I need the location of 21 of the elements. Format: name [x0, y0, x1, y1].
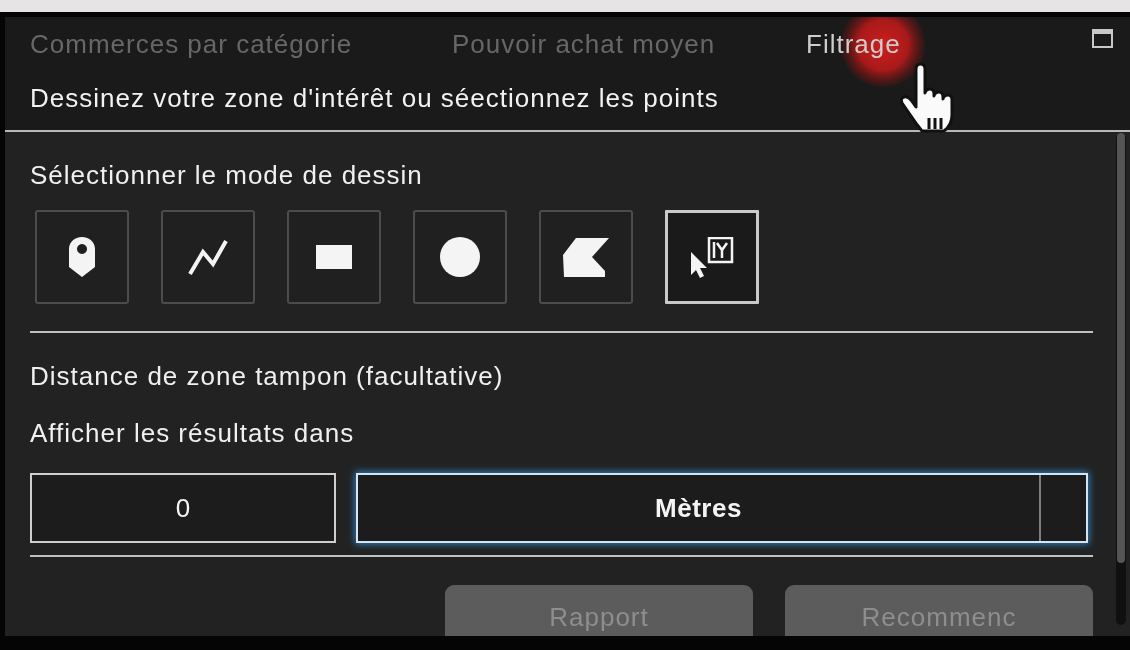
polyline-icon — [187, 238, 229, 276]
draw-mode-button[interactable] — [413, 210, 507, 304]
section-label: Sélectionner le mode de dessin — [30, 161, 424, 189]
draw-mode-button[interactable] — [287, 210, 381, 304]
scrollbar-thumb[interactable] — [1117, 133, 1125, 563]
section-label: Distance de zone tampon (facultative) — [30, 362, 505, 390]
draw-mode-button[interactable] — [35, 210, 129, 304]
distance-field[interactable]: 0 — [30, 473, 336, 543]
draw-mode-button[interactable] — [539, 210, 633, 304]
pointer-select-icon — [690, 236, 734, 278]
field-label: Afficher les résultats dans — [30, 419, 356, 447]
maximize-icon[interactable] — [1092, 29, 1113, 48]
tab[interactable]: Commerces par catégorie — [30, 29, 353, 59]
pin-icon — [69, 237, 95, 277]
unit-select[interactable]: Mètres — [356, 473, 1088, 543]
polygon-icon — [563, 237, 609, 277]
circle-icon — [440, 237, 480, 277]
instruction-text: Dessinez votre zone d'intérêt ou séectionnez les points — [30, 84, 720, 112]
draw-mode-button[interactable] — [161, 210, 255, 304]
rectangle-icon — [316, 245, 352, 269]
tab[interactable]: Pouvoir achat moyen — [452, 29, 716, 59]
